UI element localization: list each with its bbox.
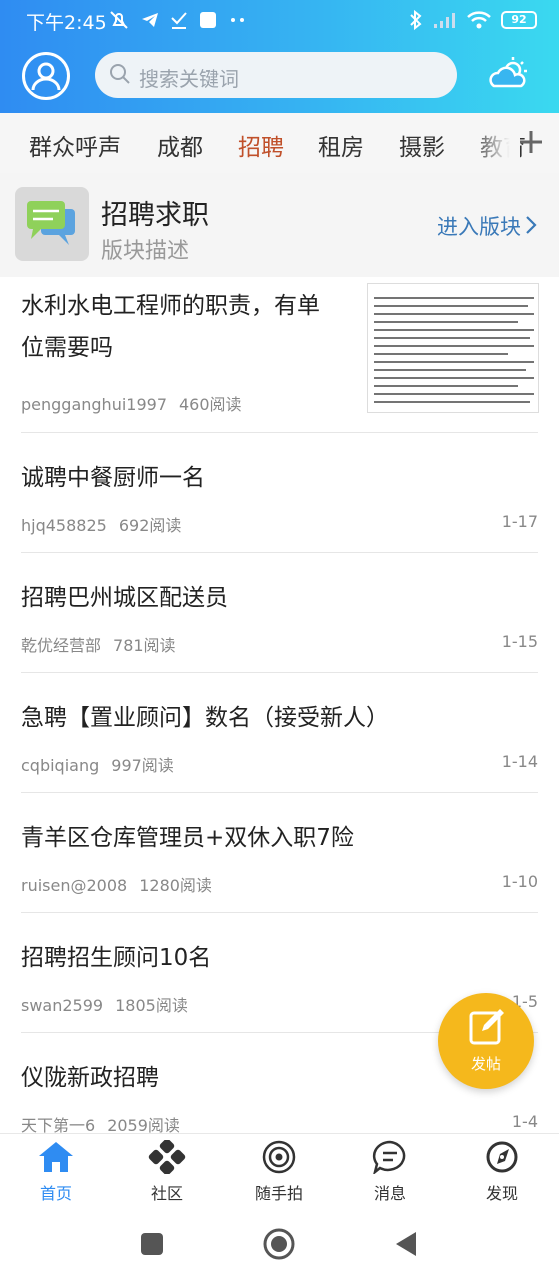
post-meta: pengganghui1997 460阅读 [21,391,242,415]
nav-community-label: 社区 [150,1184,183,1203]
tab-成都[interactable]: 成都 [157,128,203,162]
document-scan-image [374,297,534,403]
nav-discover-label: 发现 [485,1184,518,1203]
post-reads: 1280阅读 [139,876,212,895]
post-title: 招聘巴州城区配送员 [21,585,228,611]
battery-indicator: 92 [501,11,537,29]
download-done-icon [171,12,187,29]
weather-cloud-sun-icon [489,57,527,88]
signal-icon [434,13,455,28]
post-title: 仪陇新政招聘 [21,1065,159,1091]
system-navigation-bar [0,1211,559,1280]
post-date: 1-15 [501,632,538,651]
post-thumbnail [367,283,539,413]
chat-bubbles-icon [27,201,75,245]
home-icon [39,1142,73,1172]
compass-icon [486,1141,518,1173]
post-author: hjq458825 [21,516,107,535]
nav-messages-label: 消息 [373,1184,406,1203]
post-author: pengganghui1997 [21,395,167,414]
post-meta: swan2599 1805阅读 [21,992,188,1016]
board-icon [15,187,89,261]
post-reads: 1805阅读 [115,996,188,1015]
camera-lens-icon [262,1140,296,1174]
community-icon [148,1140,186,1174]
post-item[interactable]: 招聘巴州城区配送员 乾优经营部 781阅读 1-15 [21,553,538,673]
board-header: 招聘求职 版块描述 进入版块 [0,173,559,277]
mute-icon [110,11,128,29]
status-notification-icons [108,9,248,31]
post-meta: hjq458825 692阅读 [21,512,181,536]
post-date: 1-10 [501,872,538,891]
post-author: cqbiqiang [21,756,100,775]
post-item[interactable]: 急聘【置业顾问】数名（接受新人） cqbiqiang 997阅读 1-14 [21,673,538,793]
message-icon [372,1140,406,1174]
nav-snapshot-label: 随手拍 [254,1184,303,1203]
nav-snapshot[interactable]: 随手拍 [234,1140,324,1204]
nav-community[interactable]: 社区 [122,1140,212,1204]
nav-home-label: 首页 [39,1184,72,1203]
wifi-icon [467,11,491,29]
home-system-icon[interactable] [263,1228,295,1260]
post-title: 急聘【置业顾问】数名（接受新人） [21,705,389,731]
tab-fade [470,113,520,173]
add-tab-icon[interactable] [516,125,546,159]
search-placeholder: 搜索关键词 [139,67,239,91]
back-icon[interactable] [394,1230,418,1258]
new-post-label: 发帖 [470,1055,501,1073]
recent-apps-icon[interactable] [140,1232,164,1256]
post-title: 水利水电工程师的职责，有单位需要吗 [21,293,320,361]
post-item[interactable]: 水利水电工程师的职责，有单位需要吗 pengganghui1997 460阅读 [21,277,539,433]
post-author: swan2599 [21,996,104,1015]
tab-租房[interactable]: 租房 [318,128,364,162]
category-tabs: 群众呼声 成都 招聘 租房 摄影 教育 [0,113,559,173]
edit-icon [469,1009,504,1045]
board-description: 版块描述 [101,239,190,264]
telegram-icon [142,13,158,27]
status-bar: 下午2:45 92 [0,0,559,40]
enter-board-link[interactable]: 进入版块 [437,211,521,241]
tab-群众呼声[interactable]: 群众呼声 [29,128,121,162]
post-meta: cqbiqiang 997阅读 [21,752,174,776]
post-reads: 781阅读 [113,636,176,655]
post-reads: 997阅读 [111,756,174,775]
post-reads: 692阅读 [118,516,182,535]
post-date: 1-14 [501,752,538,771]
new-post-button[interactable]: 发帖 [438,993,534,1089]
app-header: 下午2:45 92 搜索关键词 [0,0,559,113]
status-system-icons: 92 [409,9,537,31]
bluetooth-icon [410,9,422,31]
board-title: 招聘求职 [101,200,209,231]
nav-home[interactable]: 首页 [11,1140,101,1204]
post-item[interactable]: 青羊区仓库管理员+双休入职7险 ruisen@2008 1280阅读 1-10 [21,793,538,913]
post-title: 招聘招生顾问10名 [21,945,212,971]
post-date: 1-4 [511,1112,538,1131]
post-date: 1-17 [501,512,538,531]
search-icon [110,64,130,84]
user-avatar-button[interactable] [22,52,70,100]
nav-discover[interactable]: 发现 [457,1140,547,1204]
nav-messages[interactable]: 消息 [345,1140,435,1204]
app-notification-icon [200,12,216,28]
post-title: 青羊区仓库管理员+双休入职7险 [21,825,354,851]
more-dots-icon [231,18,244,22]
post-author: 乾优经营部 [21,636,102,655]
post-meta: ruisen@2008 1280阅读 [21,872,212,896]
status-time: 下午2:45 [26,12,107,34]
post-reads: 460阅读 [179,395,242,414]
tab-招聘[interactable]: 招聘 [238,128,284,162]
post-meta: 乾优经营部 781阅读 [21,632,176,656]
weather-button[interactable] [486,54,530,98]
post-author: ruisen@2008 [21,876,128,895]
post-title: 诚聘中餐厨师一名 [21,465,205,491]
bottom-navigation: 首页 社区 随手拍 消息 发现 [0,1133,559,1211]
chevron-right-icon[interactable] [525,215,537,235]
post-item[interactable]: 诚聘中餐厨师一名 hjq458825 692阅读 1-17 [21,433,538,553]
tab-摄影[interactable]: 摄影 [399,128,445,162]
user-icon [31,62,61,91]
search-input[interactable]: 搜索关键词 [95,52,457,98]
